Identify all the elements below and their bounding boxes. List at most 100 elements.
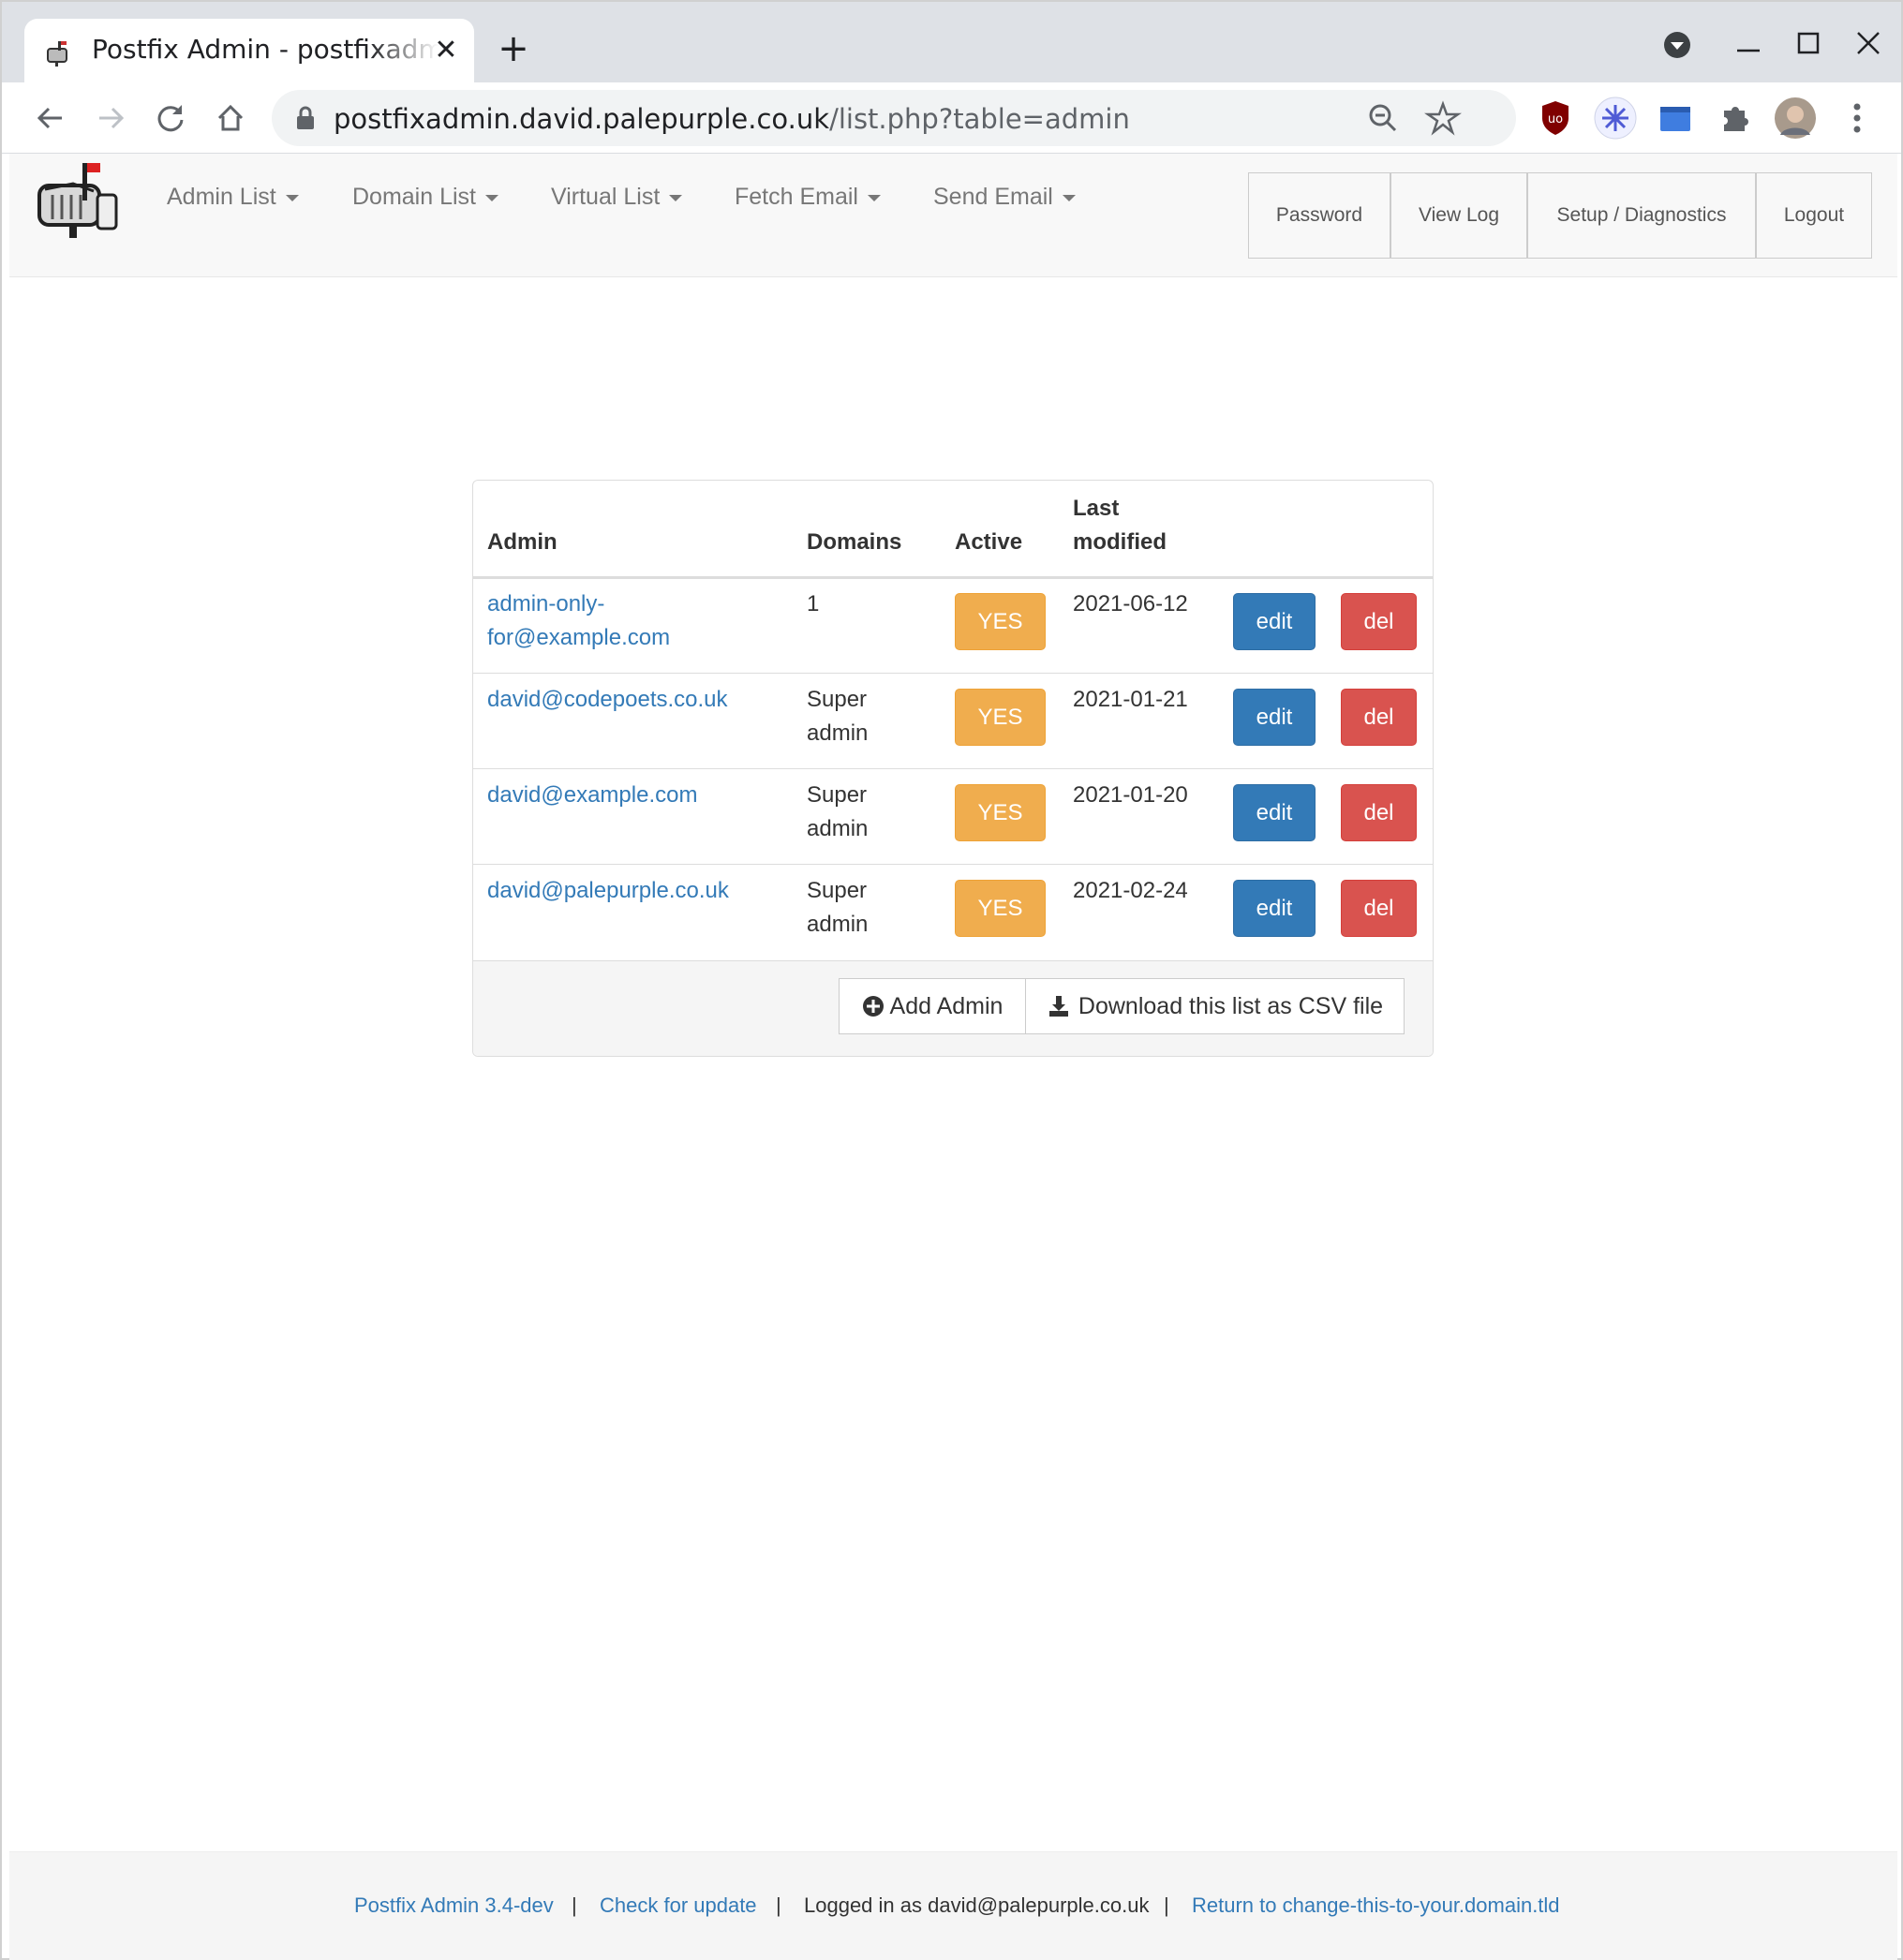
download-csv-label: Download this list as CSV file xyxy=(1078,992,1384,1019)
logout-button[interactable]: Logout xyxy=(1756,172,1872,259)
domains-value-cont: admin xyxy=(807,816,869,841)
del-button[interactable]: del xyxy=(1341,593,1417,650)
close-tab-icon[interactable]: ✕ xyxy=(427,32,465,69)
password-button[interactable]: Password xyxy=(1248,172,1390,259)
lock-icon[interactable] xyxy=(294,105,317,131)
footer-separator: | xyxy=(776,1893,781,1917)
menu-virtual-list[interactable]: Virtual List xyxy=(551,184,683,211)
profile-avatar-icon[interactable] xyxy=(1773,96,1818,141)
return-domain-link[interactable]: Return to change-this-to-your.domain.tld xyxy=(1192,1893,1560,1918)
domains-value-cont: admin xyxy=(807,912,869,937)
top-navbar: Admin List Domain List Virtual List Fetc… xyxy=(9,154,1897,277)
domains-value: Super xyxy=(807,878,868,903)
menu-fetch-email-label: Fetch Email xyxy=(735,184,858,210)
browser-window: Postfix Admin - postfixadmin.david.palep… xyxy=(0,0,1903,1960)
row-divider xyxy=(473,864,1433,865)
domains-value: 1 xyxy=(807,591,820,616)
ublock-shield-icon[interactable]: uo xyxy=(1533,96,1578,141)
snowflake-extension-icon[interactable] xyxy=(1593,96,1638,141)
back-icon[interactable] xyxy=(28,96,73,141)
panel-footer: Add Admin Download this list as CSV file xyxy=(473,960,1433,1056)
domains-value: Super xyxy=(807,782,868,808)
header-last-modified-line1: Last xyxy=(1073,496,1120,521)
download-csv-button[interactable]: Download this list as CSV file xyxy=(1025,978,1405,1034)
maximize-icon[interactable] xyxy=(1788,24,1829,66)
menu-domain-list[interactable]: Domain List xyxy=(352,184,498,211)
modified-date: 2021-06-12 xyxy=(1073,591,1188,616)
admin-list-panel: Admin Domains Active Last modified admin… xyxy=(472,480,1434,1057)
menu-send-email[interactable]: Send Email xyxy=(933,184,1076,211)
active-yes-button[interactable]: YES xyxy=(955,784,1046,841)
setup-diagnostics-button[interactable]: Setup / Diagnostics xyxy=(1527,172,1756,259)
browser-toolbar: postfixadmin.david.palepurple.co.uk/list… xyxy=(2,82,1901,154)
add-admin-label: Add Admin xyxy=(889,992,1004,1019)
new-tab-icon[interactable]: + xyxy=(493,28,534,69)
del-button[interactable]: del xyxy=(1341,784,1417,841)
postfixadmin-mailbox-logo-icon[interactable] xyxy=(36,157,122,244)
view-log-button[interactable]: View Log xyxy=(1390,172,1527,259)
domains-value: Super xyxy=(807,687,868,712)
logged-in-text: Logged in as david@palepurple.co.uk xyxy=(804,1893,1150,1917)
url-text[interactable]: postfixadmin.david.palepurple.co.uk/list… xyxy=(334,103,1130,135)
menu-kebab-icon[interactable] xyxy=(1835,96,1880,141)
zoom-icon[interactable] xyxy=(1364,99,1402,137)
tab-title: Postfix Admin - postfixadmin.david.palep… xyxy=(92,34,439,65)
modified-date: 2021-02-24 xyxy=(1073,878,1188,903)
menu-send-email-label: Send Email xyxy=(933,184,1053,210)
footer-separator: | xyxy=(1164,1893,1169,1917)
caret-down-icon xyxy=(669,194,683,201)
modified-date: 2021-01-21 xyxy=(1073,687,1188,712)
minimize-icon[interactable] xyxy=(1728,24,1769,66)
caret-down-icon xyxy=(285,194,299,201)
edit-button[interactable]: edit xyxy=(1233,880,1316,937)
caret-down-icon xyxy=(867,194,881,201)
forward-icon[interactable] xyxy=(88,96,133,141)
admin-link[interactable]: david@palepurple.co.uk xyxy=(487,874,729,908)
admin-link[interactable]: admin-only- xyxy=(487,587,604,621)
edit-button[interactable]: edit xyxy=(1233,689,1316,746)
active-yes-button[interactable]: YES xyxy=(955,880,1046,937)
mailbox-favicon-icon xyxy=(47,41,67,67)
url-host: postfixadmin.david.palepurple.co.uk xyxy=(334,103,830,135)
modified-date: 2021-01-20 xyxy=(1073,782,1188,808)
container-extension-icon[interactable] xyxy=(1653,96,1698,141)
domains-value-cont: admin xyxy=(807,720,869,746)
del-button[interactable]: del xyxy=(1341,689,1417,746)
menu-virtual-list-label: Virtual List xyxy=(551,184,661,210)
menu-admin-list[interactable]: Admin List xyxy=(167,184,299,211)
menu-fetch-email[interactable]: Fetch Email xyxy=(735,184,881,211)
close-window-icon[interactable] xyxy=(1848,24,1889,66)
edit-button[interactable]: edit xyxy=(1233,784,1316,841)
caret-down-icon xyxy=(485,194,498,201)
del-button[interactable]: del xyxy=(1341,880,1417,937)
header-domains: Domains xyxy=(807,529,902,555)
admin-link[interactable]: david@example.com xyxy=(487,779,697,812)
caret-down-icon xyxy=(1062,194,1076,201)
row-divider xyxy=(473,768,1433,769)
admin-link-cont[interactable]: for@example.com xyxy=(487,621,670,655)
header-last-modified-line2: modified xyxy=(1073,529,1167,555)
add-admin-button[interactable]: Add Admin xyxy=(839,978,1026,1034)
plus-circle-icon xyxy=(862,996,884,1017)
active-yes-button[interactable]: YES xyxy=(955,689,1046,746)
admin-link[interactable]: david@codepoets.co.uk xyxy=(487,683,728,717)
footer-separator: | xyxy=(572,1893,577,1917)
bookmark-star-icon[interactable] xyxy=(1424,99,1462,137)
header-admin: Admin xyxy=(487,529,558,555)
edit-button[interactable]: edit xyxy=(1233,593,1316,650)
tab-strip: Postfix Admin - postfixadmin.david.palep… xyxy=(2,2,1901,82)
browser-tab[interactable]: Postfix Admin - postfixadmin.david.palep… xyxy=(24,19,474,82)
header-active: Active xyxy=(955,529,1023,555)
address-bar[interactable]: postfixadmin.david.palepurple.co.uk/list… xyxy=(272,90,1516,146)
page-content: Admin List Domain List Virtual List Fetc… xyxy=(9,154,1897,1960)
extensions-puzzle-icon[interactable] xyxy=(1713,96,1758,141)
version-link[interactable]: Postfix Admin 3.4-dev xyxy=(354,1893,554,1918)
header-divider xyxy=(473,576,1433,579)
svg-text:uo: uo xyxy=(1548,112,1563,126)
reload-icon[interactable] xyxy=(148,96,193,141)
home-icon[interactable] xyxy=(208,96,253,141)
url-path: /list.php?table=admin xyxy=(829,103,1130,135)
active-yes-button[interactable]: YES xyxy=(955,593,1046,650)
profile-dropdown-icon[interactable] xyxy=(1657,24,1698,66)
check-update-link[interactable]: Check for update xyxy=(600,1893,757,1918)
